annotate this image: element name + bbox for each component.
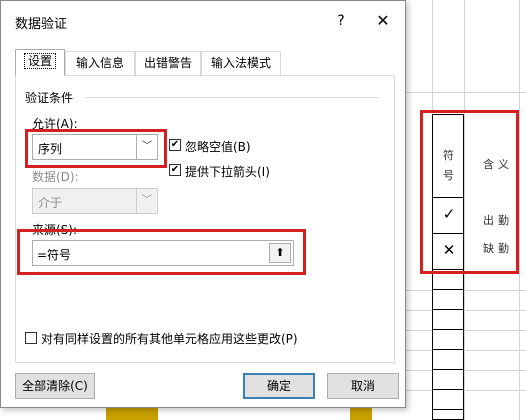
tab-ime-mode-label: 输入法模式 <box>210 56 271 70</box>
highlighted-cell <box>350 408 372 420</box>
chevron-down-icon[interactable]: ﹀ <box>136 189 157 213</box>
cancel-button[interactable]: 取消 <box>327 373 399 399</box>
tab-input-message[interactable]: 输入信息 <box>65 51 135 75</box>
ignore-blank-label[interactable]: 忽略空值(B) <box>185 138 251 155</box>
grid-line <box>406 370 526 371</box>
grid-line <box>406 330 526 331</box>
clear-all-button[interactable]: 全部清除(C) <box>15 373 95 399</box>
close-icon[interactable]: ✕ <box>369 9 397 33</box>
tab-error-alert[interactable]: 出错警告 <box>135 51 201 75</box>
data-label: 数据(D): <box>32 170 79 184</box>
table-row[interactable] <box>432 350 464 370</box>
tab-settings[interactable]: 设置 <box>15 49 65 76</box>
tab-ime-mode[interactable]: 输入法模式 <box>201 51 281 75</box>
table-highlight-box <box>420 110 519 274</box>
data-value: 介于 <box>38 196 63 210</box>
tab-settings-label: 设置 <box>23 53 56 69</box>
grid-line <box>406 350 526 351</box>
group-divider <box>85 97 379 98</box>
table-row[interactable] <box>432 310 464 330</box>
data-select[interactable]: 介于 ﹀ <box>32 188 158 214</box>
table-row[interactable] <box>432 290 464 310</box>
grid-line <box>406 290 526 291</box>
dialog-titlebar[interactable]: 数据验证 ? ✕ <box>1 1 405 41</box>
table-row[interactable] <box>432 390 464 410</box>
highlighted-cell <box>106 408 158 420</box>
tab-input-message-label: 输入信息 <box>75 56 124 70</box>
grid-line <box>406 310 526 311</box>
ignore-blank-checkbox[interactable]: ✔ <box>169 139 181 151</box>
dropdown-arrow-label[interactable]: 提供下拉箭头(I) <box>185 163 270 180</box>
table-row[interactable] <box>432 410 464 420</box>
help-icon[interactable]: ? <box>331 9 351 33</box>
table-row[interactable] <box>432 330 464 350</box>
dropdown-arrow-checkbox[interactable]: ✔ <box>169 164 181 176</box>
apply-all-label[interactable]: 对有同样设置的所有其他单元格应用这些更改(P) <box>41 330 298 347</box>
grid-line <box>406 390 526 391</box>
ok-button[interactable]: 确定 <box>243 373 315 399</box>
allow-highlight-box <box>25 129 167 168</box>
dialog-title: 数据验证 <box>15 17 68 32</box>
source-highlight-box <box>17 229 306 275</box>
apply-all-checkbox[interactable] <box>25 332 37 344</box>
data-validation-dialog: 数据验证 ? ✕ 设置 输入信息 出错警告 输入法模式 验证条件 允许(A): … <box>0 0 406 408</box>
grid-line <box>519 0 520 420</box>
table-row[interactable] <box>432 370 464 390</box>
grid-line <box>406 92 526 93</box>
validation-criteria-label: 验证条件 <box>25 91 74 105</box>
tab-error-alert-label: 出错警告 <box>143 56 192 70</box>
